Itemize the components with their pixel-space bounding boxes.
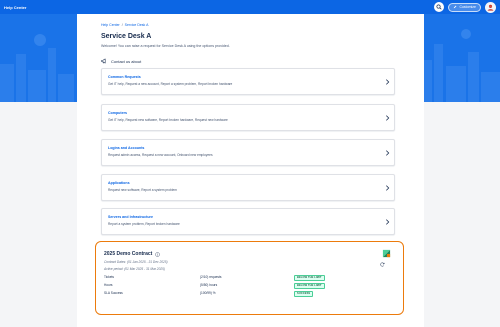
request-group-description: Get IT help, Request new software, Repor…: [108, 118, 228, 122]
request-group-title: Servers and Infrastructure: [108, 215, 153, 219]
request-group-description: Report a system problem, Report broken h…: [108, 222, 180, 226]
metric-label: Hours: [104, 283, 113, 287]
pencil-icon: [454, 5, 457, 9]
request-group-description: Request admin access, Request a new acco…: [108, 153, 213, 157]
page-title: Service Desk A: [101, 33, 152, 40]
breadcrumb-separator: /: [121, 23, 123, 27]
contract-dates: Contract Dates: (01 Jan 2025 - 31 Dec 20…: [104, 260, 168, 264]
contract-card: 2025 Demo Contract Contract Dates: (01 J…: [95, 241, 404, 315]
contact-us-heading: Contact us about: [101, 58, 403, 64]
chevron-right-icon: [386, 79, 390, 85]
metric-row-hours: Hours (5/50) hours BELOW THE LIMIT: [104, 282, 384, 289]
request-group-description: Request new software, Report a system pr…: [108, 188, 177, 192]
request-group-title: Computers: [108, 111, 127, 115]
top-navigation-bar: Help Center Customize: [0, 0, 500, 14]
help-center-link[interactable]: Help Center: [4, 5, 26, 10]
breadcrumb: Help Center / Service Desk A: [101, 23, 403, 27]
request-group-servers-and-infrastructure[interactable]: Servers and Infrastructure Report a syst…: [101, 208, 395, 235]
metric-row-sla-success: SLA Success (100/99) % SUCCESS: [104, 290, 384, 297]
page-subtitle: Welcome! You can raise a request for Ser…: [101, 44, 230, 48]
metric-label: Tickets: [104, 275, 114, 279]
refresh-button[interactable]: [378, 260, 386, 268]
contract-title: 2025 Demo Contract: [104, 251, 153, 257]
refresh-icon: [379, 262, 385, 266]
megaphone-icon: [101, 58, 106, 64]
app-logo-icon: [382, 249, 391, 258]
breadcrumb-service-desk[interactable]: Service Desk A: [125, 23, 149, 27]
request-group-common-requests[interactable]: Common Requests Get IT help, Request a n…: [101, 68, 395, 95]
customize-button[interactable]: Customize: [448, 2, 481, 12]
metric-value: (100/99) %: [200, 291, 216, 295]
search-button[interactable]: [434, 2, 445, 12]
metric-value: (2/10) requests: [200, 275, 222, 279]
request-group-applications[interactable]: Applications Request new software, Repor…: [101, 174, 395, 201]
request-group-title: Logins and Accounts: [108, 146, 145, 150]
chevron-right-icon: [386, 185, 390, 191]
active-period: Active period: (01 Mar 2025 - 31 Mar 202…: [104, 267, 165, 271]
chevron-right-icon: [386, 219, 390, 225]
status-badge: BELOW THE LIMIT: [294, 282, 325, 289]
request-group-description: Get IT help, Request a new account, Repo…: [108, 82, 233, 86]
metric-row-tickets: Tickets (2/10) requests BELOW THE LIMIT: [104, 274, 384, 281]
chevron-right-icon: [386, 150, 390, 156]
topbar-actions: Customize: [434, 1, 496, 13]
request-group-title: Common Requests: [108, 75, 141, 79]
status-badge: BELOW THE LIMIT: [294, 274, 325, 281]
metric-value: (5/50) hours: [200, 283, 218, 287]
contract-title-row: 2025 Demo Contract: [104, 251, 161, 257]
customize-label: Customize: [459, 5, 476, 9]
info-icon[interactable]: [155, 251, 161, 257]
user-avatar-icon: [486, 2, 495, 12]
chevron-right-icon: [386, 115, 390, 121]
request-group-logins-and-accounts[interactable]: Logins and Accounts Request admin access…: [101, 139, 395, 166]
metric-label: SLA Success: [104, 291, 123, 295]
user-avatar-button[interactable]: [485, 1, 496, 13]
contact-us-label: Contact us about: [111, 58, 142, 64]
request-group-computers[interactable]: Computers Get IT help, Request new softw…: [101, 104, 395, 131]
status-badge: SUCCESS: [294, 290, 314, 297]
search-icon: [436, 4, 442, 10]
breadcrumb-help-center[interactable]: Help Center: [101, 23, 120, 27]
request-group-title: Applications: [108, 181, 130, 185]
